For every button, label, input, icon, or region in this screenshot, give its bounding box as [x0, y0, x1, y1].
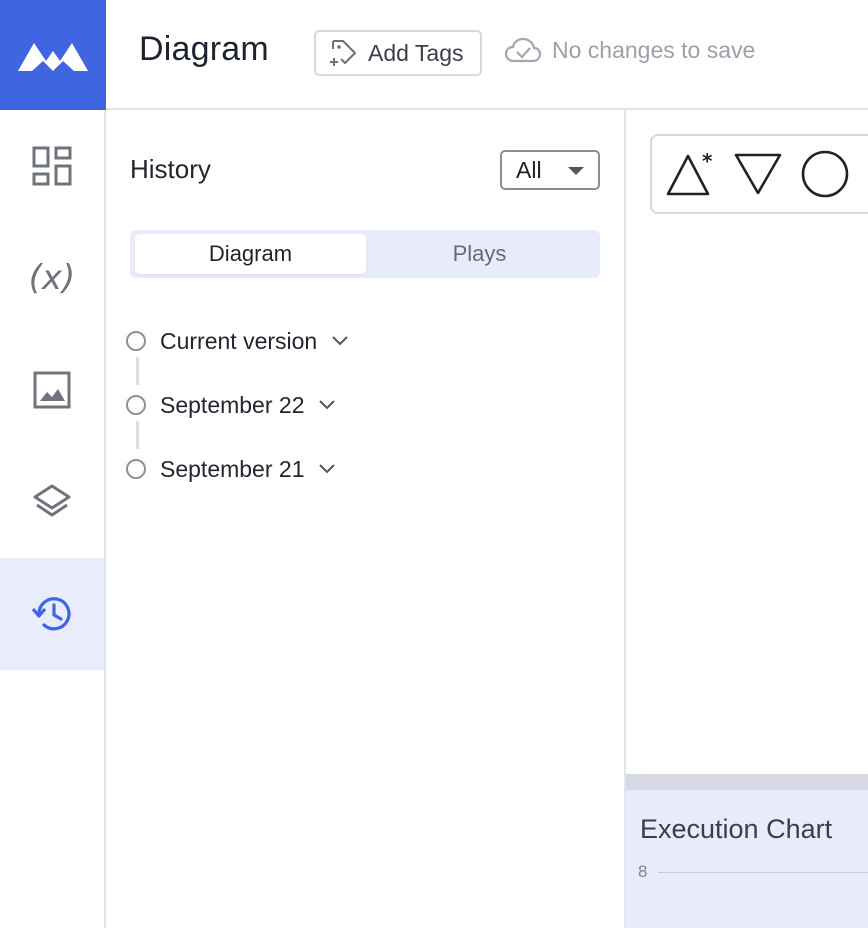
- rail-item-history[interactable]: [0, 558, 104, 670]
- history-title: History: [130, 154, 211, 184]
- save-status: No changes to save: [504, 36, 755, 64]
- start-triangle-icon[interactable]: *: [666, 150, 716, 198]
- timeline-dot-icon: [126, 459, 146, 479]
- version-item[interactable]: Current version: [126, 325, 349, 357]
- left-rail: (x): [0, 110, 106, 928]
- timeline-dot-icon: [126, 395, 146, 415]
- page-title: Diagram: [139, 30, 269, 68]
- add-tags-button[interactable]: Add Tags: [314, 30, 482, 76]
- timeline-connector: [136, 421, 139, 449]
- add-tags-label: Add Tags: [368, 39, 464, 66]
- app-logo[interactable]: [0, 0, 106, 110]
- panel-splitter[interactable]: [626, 774, 868, 790]
- chevron-down-icon[interactable]: [318, 463, 336, 475]
- execution-chart-title: Execution Chart: [640, 814, 833, 844]
- svg-text:*: *: [702, 150, 713, 173]
- top-bar: Diagram Add Tags No changes to save: [106, 0, 868, 110]
- rail-item-variables[interactable]: (x): [0, 222, 104, 334]
- circle-icon[interactable]: [800, 149, 850, 199]
- rail-item-dashboard[interactable]: [0, 110, 104, 222]
- chevron-down-icon[interactable]: [331, 335, 349, 347]
- version-label: Current version: [160, 327, 318, 354]
- logo-icon: [18, 43, 88, 71]
- image-icon: [33, 371, 71, 409]
- diagram-canvas[interactable]: *: [626, 110, 868, 774]
- tab-diagram[interactable]: Diagram: [135, 234, 366, 274]
- history-filter-value: All: [516, 156, 542, 183]
- history-tabs: Diagram Plays: [130, 230, 600, 278]
- tab-plays[interactable]: Plays: [364, 234, 595, 274]
- inverted-triangle-icon[interactable]: [734, 151, 782, 197]
- save-status-label: No changes to save: [552, 36, 756, 63]
- history-filter-select[interactable]: All: [500, 150, 600, 190]
- variables-icon: (x): [28, 258, 76, 298]
- dashboard-icon: [32, 146, 72, 186]
- rail-item-images[interactable]: [0, 334, 104, 446]
- history-panel: History All Diagram Plays Current versio…: [106, 110, 626, 928]
- rail-item-layers[interactable]: [0, 446, 104, 558]
- execution-chart-panel: Execution Chart 8: [626, 790, 868, 928]
- cloud-check-icon: [504, 37, 542, 63]
- tag-add-icon: [330, 40, 356, 66]
- caret-down-icon: [568, 167, 584, 175]
- version-label: September 22: [160, 391, 305, 418]
- timeline-connector: [136, 357, 139, 385]
- chevron-down-icon[interactable]: [318, 399, 336, 411]
- layers-icon: [33, 484, 71, 517]
- shape-palette: *: [650, 134, 868, 214]
- history-icon: [31, 597, 71, 631]
- gridline: [658, 872, 868, 873]
- version-item[interactable]: September 22: [126, 389, 336, 421]
- y-tick-label: 8: [638, 862, 648, 881]
- version-item[interactable]: September 21: [126, 453, 336, 485]
- version-label: September 21: [160, 455, 305, 482]
- timeline-dot-icon: [126, 331, 146, 351]
